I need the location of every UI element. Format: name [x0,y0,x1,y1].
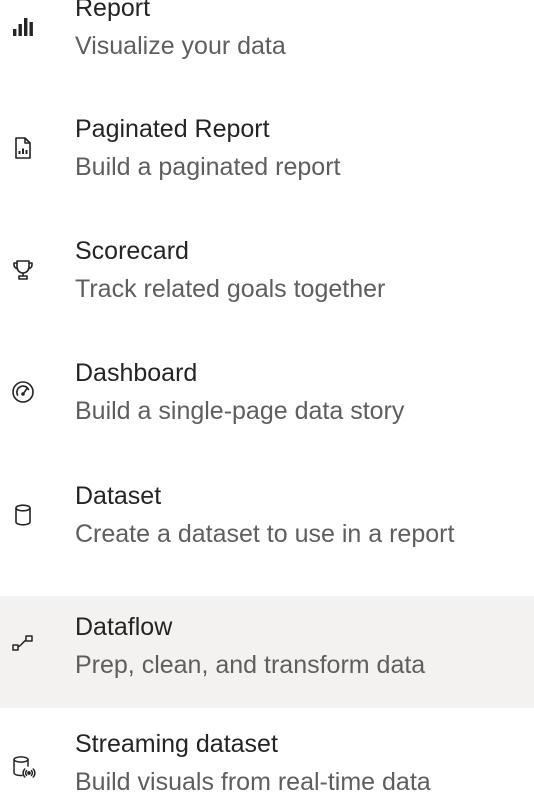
database-icon [8,500,38,530]
new-item-menu: Report Visualize your data Paginated Rep… [0,0,534,807]
menu-item-title: Report [75,0,151,22]
menu-item-report[interactable]: Report Visualize your data [0,0,534,84]
menu-item-title: Dataflow [75,613,173,641]
menu-item-title: Streaming dataset [75,730,278,758]
menu-item-description: Visualize your data [75,32,286,60]
menu-item-description: Build a paginated report [75,153,341,181]
menu-item-title: Dashboard [75,359,198,387]
menu-item-description: Build visuals from real-time data [75,768,431,796]
gauge-icon [8,377,38,407]
paginated-report-icon [8,133,38,163]
menu-item-dataset[interactable]: Dataset Create a dataset to use in a rep… [0,474,534,572]
menu-item-description: Prep, clean, and transform data [75,651,426,679]
menu-item-paginated-report[interactable]: Paginated Report Build a paginated repor… [0,107,534,205]
menu-item-description: Create a dataset to use in a report [75,520,455,548]
menu-item-title: Scorecard [75,237,189,265]
dataflow-icon [8,628,38,658]
menu-item-title: Paginated Report [75,115,270,143]
bar-chart-icon [8,12,38,42]
menu-item-streaming-dataset[interactable]: Streaming dataset Build visuals from rea… [0,718,534,807]
streaming-dataset-icon [8,752,38,782]
trophy-icon [8,255,38,285]
menu-item-scorecard[interactable]: Scorecard Track related goals together [0,229,534,327]
menu-item-dashboard[interactable]: Dashboard Build a single-page data story [0,351,534,449]
menu-item-description: Build a single-page data story [75,397,405,425]
menu-item-description: Track related goals together [75,275,386,303]
menu-item-dataflow[interactable]: Dataflow Prep, clean, and transform data [0,596,534,708]
menu-item-title: Dataset [75,482,162,510]
